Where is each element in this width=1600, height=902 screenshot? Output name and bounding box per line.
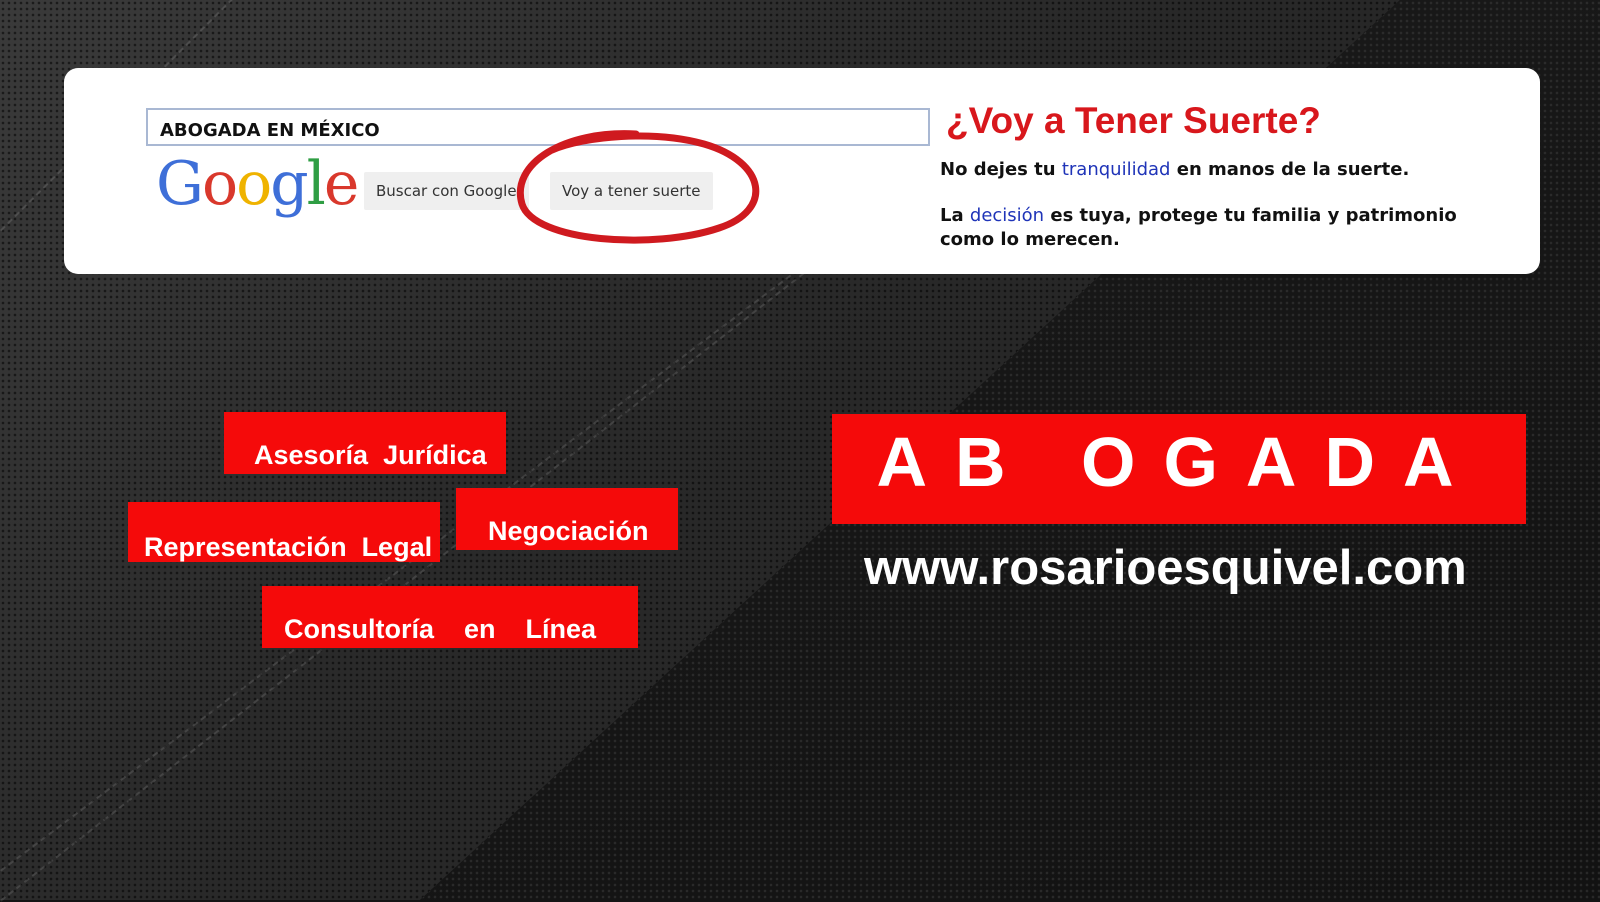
google-logo-letter: l <box>306 149 326 219</box>
service-tag-negociacion: Negociación <box>456 488 678 550</box>
service-tag-consultoria: Consultoría en Línea <box>262 586 638 648</box>
google-logo: Google <box>156 154 359 214</box>
red-circle-mark <box>516 130 760 244</box>
slogan-line-1: No dejes tu tranquilidad en manos de la … <box>940 158 1500 182</box>
slogan-text: No dejes tu <box>940 159 1062 180</box>
google-logo-letter: o <box>201 149 238 219</box>
google-logo-letter: G <box>156 149 204 219</box>
google-logo-letter: g <box>270 149 308 219</box>
website-url[interactable]: www.rosarioesquivel.com <box>864 540 1467 596</box>
slogan-text: en manos de la suerte. <box>1170 159 1410 180</box>
slogan-title: ¿Voy a Tener Suerte? <box>946 100 1321 141</box>
abogada-banner: AB OGADA <box>832 414 1526 524</box>
slogan-text: La <box>940 205 970 226</box>
search-card: ABOGADA EN MÉXICO Google Buscar con Goog… <box>64 68 1540 274</box>
decision-link[interactable]: decisión <box>970 205 1044 226</box>
slogan-line-2: La decisión es tuya, protege tu familia … <box>940 204 1500 252</box>
service-tag-asesoria: Asesoría Jurídica <box>224 412 506 474</box>
service-tag-representacion: Representación Legal <box>128 502 440 562</box>
google-logo-letter: e <box>323 149 359 219</box>
tranquilidad-link[interactable]: tranquilidad <box>1062 159 1171 180</box>
google-logo-letter: o <box>236 149 272 219</box>
